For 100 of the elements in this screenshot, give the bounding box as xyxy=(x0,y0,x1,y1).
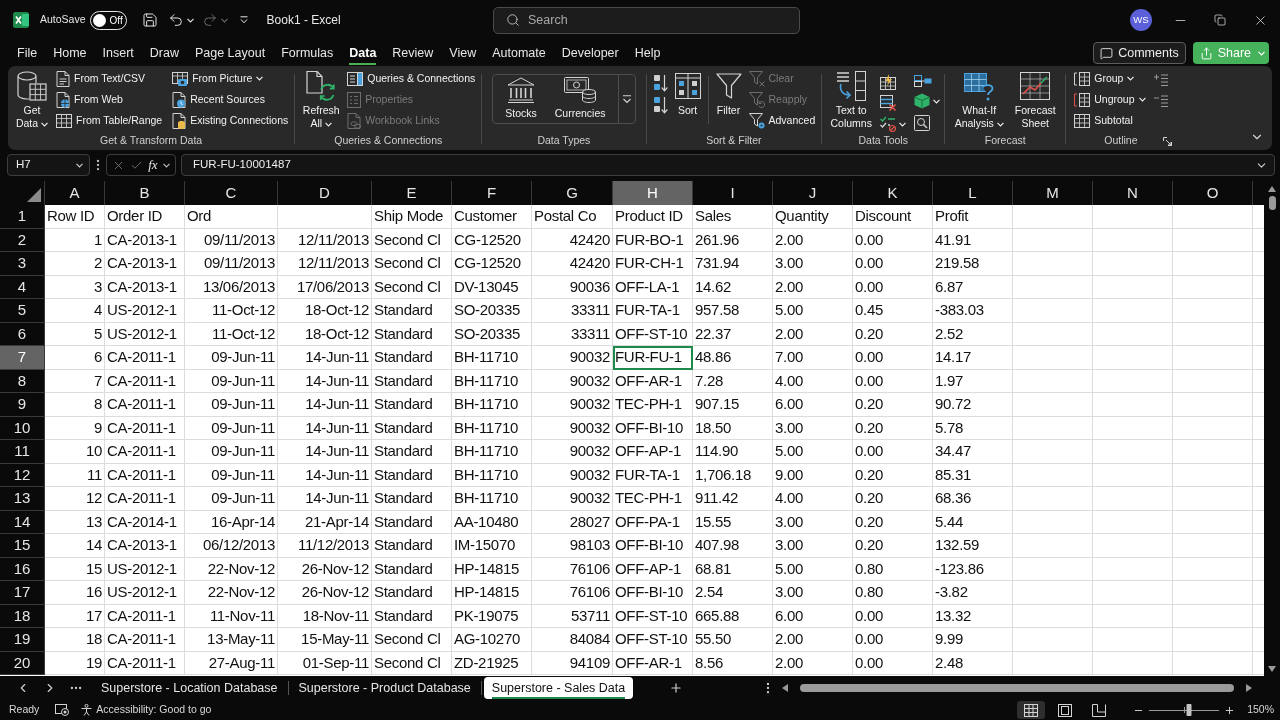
show-detail-icon[interactable] xyxy=(1153,74,1168,86)
ribbon-button[interactable]: Sort xyxy=(670,68,705,132)
comments-button[interactable]: Comments xyxy=(1093,42,1186,64)
menu-tab[interactable]: Automate xyxy=(484,40,554,66)
row-header[interactable]: 12 xyxy=(0,463,45,487)
ribbon-button[interactable]: Ungroup xyxy=(1072,89,1148,110)
row-header[interactable]: 11 xyxy=(0,440,45,464)
zoom-level-text[interactable]: 150% xyxy=(1247,702,1274,718)
cube-icon[interactable] xyxy=(914,93,931,109)
row-header[interactable]: 5 xyxy=(0,299,45,323)
ribbon-button[interactable]: Existing Connections xyxy=(170,110,291,131)
zoom-slider-thumb[interactable] xyxy=(1186,704,1192,716)
screen-record-icon[interactable] xyxy=(55,704,70,716)
ribbon-button[interactable]: What-If Analysis xyxy=(949,68,1010,132)
row-header[interactable]: 16 xyxy=(0,557,45,581)
ribbon-button[interactable]: Refresh All xyxy=(299,68,344,132)
table-cell: BH-11710 xyxy=(452,369,532,393)
sheet-tab[interactable]: Superstore - Product Database xyxy=(290,677,479,699)
ribbon-button[interactable]: Filter xyxy=(711,68,746,132)
ribbon-button[interactable]: Text to Columns xyxy=(826,68,877,132)
row-header[interactable]: 8 xyxy=(0,369,45,393)
row-header[interactable]: 18 xyxy=(0,604,45,628)
row-header[interactable]: 17 xyxy=(0,581,45,605)
menu-tab[interactable]: Help xyxy=(626,40,669,66)
zoom-slider[interactable] xyxy=(1149,704,1220,716)
row-header[interactable]: 3 xyxy=(0,252,45,276)
magnifier-box-icon[interactable] xyxy=(914,115,931,131)
row-header[interactable]: 15 xyxy=(0,534,45,558)
table-cell: Standard xyxy=(372,322,452,346)
scroll-right-icon[interactable] xyxy=(1246,684,1252,692)
sheet-tab[interactable]: Superstore - Sales Data xyxy=(483,677,634,699)
menu-tab[interactable]: Formulas xyxy=(273,40,342,66)
menu-tab[interactable]: Developer xyxy=(553,40,627,66)
menu-tab[interactable]: Insert xyxy=(94,40,142,66)
redo-icon[interactable] xyxy=(201,12,218,28)
view-button[interactable] xyxy=(1017,701,1046,719)
ribbon-button[interactable]: Recent Sources xyxy=(170,89,291,110)
undo-icon[interactable] xyxy=(167,12,184,28)
sort-ascending-icon[interactable] xyxy=(653,74,668,92)
select-all-icon[interactable] xyxy=(27,188,41,202)
bar-caret-icon[interactable] xyxy=(239,16,248,24)
save-icon[interactable] xyxy=(141,12,158,28)
sheet-tab[interactable]: Superstore - Location Database xyxy=(93,677,286,699)
scroll-down-icon[interactable] xyxy=(1268,666,1276,672)
row-header[interactable]: 2 xyxy=(0,228,45,252)
sort-descending-icon[interactable] xyxy=(653,96,668,114)
column-header[interactable]: H xyxy=(613,181,693,205)
row-header[interactable]: 1 xyxy=(0,205,45,229)
ribbon-button[interactable]: Advanced xyxy=(746,110,818,131)
ribbon-button[interactable]: From Web xyxy=(54,89,165,110)
scrollbar-thumb[interactable] xyxy=(800,684,1234,692)
ribbon-button[interactable]: Forecast Sheet xyxy=(1009,68,1062,132)
checklist-icon[interactable] xyxy=(880,116,897,132)
linked-boxes-icon[interactable] xyxy=(914,75,933,87)
restore-icon[interactable] xyxy=(1214,14,1226,26)
ribbon-button[interactable]: Queries & Connections xyxy=(345,68,478,89)
row-header[interactable]: 14 xyxy=(0,510,45,534)
scroll-left-icon[interactable] xyxy=(782,684,788,692)
gallery-item[interactable]: Currencies xyxy=(548,76,612,122)
search-field[interactable]: Search xyxy=(493,6,800,34)
menu-tab[interactable]: View xyxy=(441,40,485,66)
row-header[interactable]: 7 xyxy=(0,346,45,370)
row-header[interactable]: 6 xyxy=(0,322,45,346)
row-header[interactable]: 20 xyxy=(0,651,45,675)
menu-tab[interactable]: Home xyxy=(45,40,95,66)
menu-tab[interactable]: File xyxy=(9,40,46,66)
menu-tab[interactable]: Review xyxy=(384,40,442,66)
name-box[interactable]: H7 xyxy=(7,154,90,176)
row-header[interactable]: 13 xyxy=(0,487,45,511)
row-header[interactable]: 4 xyxy=(0,275,45,299)
table-cell: 11-Oct-12 xyxy=(185,322,278,346)
zoom-in-icon[interactable] xyxy=(1224,704,1236,716)
table-remove-icon[interactable] xyxy=(880,95,897,111)
accessibility-button[interactable]: Accessibility: Good to go xyxy=(81,702,212,718)
add-sheet-icon[interactable] xyxy=(669,681,684,695)
table-cell: 90032 xyxy=(532,463,613,487)
ribbon-button[interactable]: Get Data xyxy=(12,68,52,132)
corner-arrow-icon[interactable] xyxy=(1162,136,1172,146)
ribbon-button[interactable]: From Picture xyxy=(170,68,291,89)
menu-tab[interactable]: Page Layout xyxy=(186,40,274,66)
gallery-item[interactable]: Stocks xyxy=(499,76,543,122)
ribbon-button[interactable]: Group xyxy=(1072,68,1148,89)
scroll-up-icon[interactable] xyxy=(1268,186,1276,192)
ribbon-button[interactable]: From Text/CSV xyxy=(54,68,165,89)
row-header[interactable]: 10 xyxy=(0,416,45,440)
insert-function-button[interactable]: fx xyxy=(148,158,158,172)
hide-detail-icon[interactable] xyxy=(1153,95,1168,107)
row-header[interactable]: 19 xyxy=(0,628,45,652)
ribbon-button[interactable]: From Table/Range xyxy=(54,110,165,131)
scrollbar-thumb[interactable] xyxy=(1268,196,1276,210)
menu-tab[interactable]: Draw xyxy=(141,40,187,66)
account-avatar[interactable]: WS xyxy=(1130,9,1152,31)
caret-icon[interactable] xyxy=(162,162,170,168)
table-cell: 5.00 xyxy=(773,557,853,581)
row-header[interactable]: 9 xyxy=(0,393,45,417)
lightning-grid-icon[interactable] xyxy=(880,74,897,90)
formula-input[interactable]: FUR-FU-10001487 xyxy=(181,154,1275,176)
table-cell: 0.00 xyxy=(853,628,933,652)
table-cell: 18 xyxy=(45,628,105,652)
ribbon-button[interactable]: Subtotal xyxy=(1072,110,1148,131)
